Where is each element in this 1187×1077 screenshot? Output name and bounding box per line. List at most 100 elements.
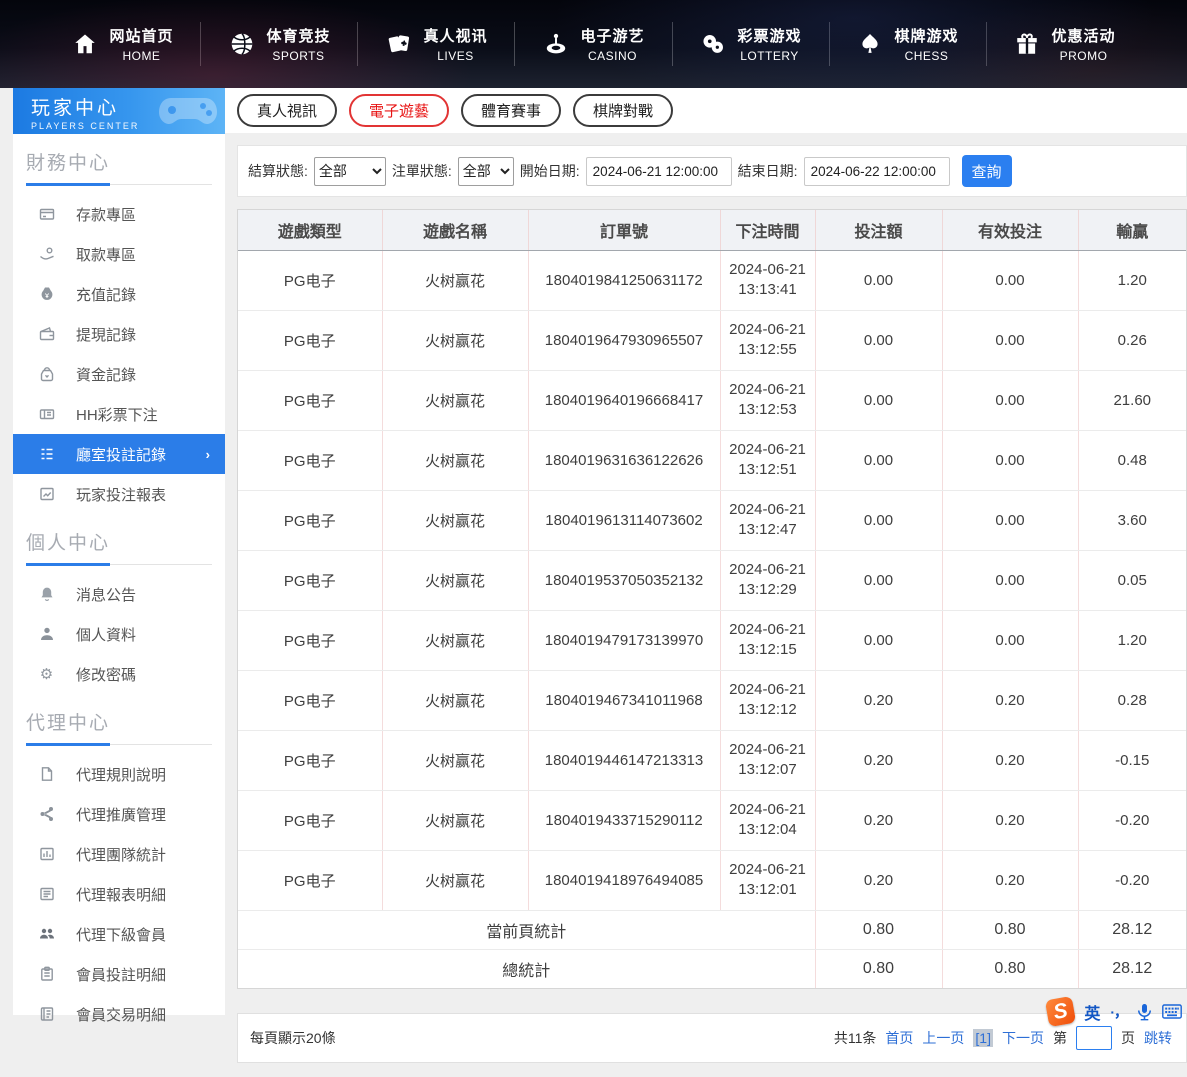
bar-chart-icon [38, 846, 55, 863]
bell-icon [38, 586, 55, 603]
valid-bet-cell: 0.00 [942, 610, 1078, 670]
order-status-select[interactable]: 全部 [458, 157, 514, 186]
keyboard-icon[interactable] [1162, 1004, 1182, 1019]
first-page-link[interactable]: 首页 [885, 1028, 913, 1048]
bet-time-cell: 2024-06-2113:12:53 [720, 370, 815, 430]
nav-label-zh: 电子游艺 [580, 25, 644, 46]
home-icon [71, 31, 98, 58]
players-center-header: 玩家中心 PLAYERS CENTER [13, 88, 225, 134]
sidebar-item-player-bet-report[interactable]: 玩家投注報表 [13, 474, 225, 514]
nav-label-zh: 真人视讯 [423, 25, 487, 46]
nav-item-chess[interactable]: 棋牌游戏CHESS [830, 25, 986, 63]
nav-item-home[interactable]: 网站首页HOME [44, 25, 200, 63]
bet-records-table-panel: 遊戲類型 遊戲名稱 訂單號 下注時間 投注額 有效投注 輸贏 PG电子火树赢花1… [237, 209, 1187, 989]
header-game-name: 遊戲名稱 [382, 210, 528, 250]
end-date-label: 結束日期: [738, 161, 798, 181]
sidebar-item-member-bet-detail[interactable]: 會員投註明細 [13, 954, 225, 994]
sidebar-item-withdraw[interactable]: 取款專區 [13, 234, 225, 274]
deposit-card-icon [38, 206, 55, 223]
prev-page-link[interactable]: 上一页 [922, 1028, 964, 1048]
sidebar-item-agent-promotion[interactable]: 代理推廣管理 [13, 794, 225, 834]
jump-suffix-label: 页 [1121, 1028, 1135, 1048]
summary-valid-bet: 0.80 [942, 910, 1078, 949]
bet-time-cell: 2024-06-2113:12:04 [720, 790, 815, 850]
nav-item-sports[interactable]: 体育竞技SPORTS [201, 25, 357, 63]
sidebar-item-recharge-records[interactable]: 充值記錄 [13, 274, 225, 314]
nav-item-lottery[interactable]: 彩票游戏LOTTERY [673, 25, 829, 63]
sidebar-item-agent-report-detail[interactable]: 代理報表明細 [13, 874, 225, 914]
ime-language-toggle[interactable]: 英 [1084, 1000, 1100, 1024]
order-no-cell: 1804019640196668417 [528, 370, 720, 430]
tab-board-games[interactable]: 棋牌對戰 [573, 94, 673, 127]
sidebar-item-agent-team-stats[interactable]: 代理團隊統計 [13, 834, 225, 874]
bet-amount-cell: 0.20 [815, 670, 942, 730]
tab-sports[interactable]: 體育賽事 [461, 94, 561, 127]
nav-item-lives[interactable]: 真人视讯LIVES [358, 25, 514, 63]
table-body: PG电子火树赢花18040198412506311722024-06-2113:… [238, 250, 1186, 910]
tab-electronic-games[interactable]: 電子遊藝 [349, 94, 449, 127]
sidebar-item-fund-records[interactable]: 資金記錄 [13, 354, 225, 394]
bet-records-table: 遊戲類型 遊戲名稱 訂單號 下注時間 投注額 有效投注 輸贏 PG电子火树赢花1… [238, 210, 1186, 988]
sogou-logo-icon[interactable]: S [1045, 996, 1076, 1027]
bet-amount-cell: 0.00 [815, 310, 942, 370]
sidebar-item-announcements[interactable]: 消息公告 [13, 574, 225, 614]
end-date-input[interactable] [804, 157, 950, 186]
gamepad-icon [157, 90, 219, 134]
summary-valid-bet: 0.80 [942, 949, 1078, 988]
search-button[interactable]: 查詢 [962, 155, 1012, 187]
page-jump-input[interactable] [1076, 1026, 1112, 1050]
sidebar-item-member-transaction-detail[interactable]: 會員交易明細 [13, 994, 225, 1034]
sidebar-item-agent-sub-members[interactable]: 代理下級會員 [13, 914, 225, 954]
sidebar-item-room-bet-records[interactable]: 廳室投註記錄 › [13, 434, 225, 474]
game-name-cell: 火树赢花 [382, 850, 528, 910]
table-row: PG电子火树赢花18040194791731399702024-06-2113:… [238, 610, 1186, 670]
sidebar-item-label: 會員投註明細 [76, 964, 166, 985]
ime-punctuation-toggle[interactable]: ·， [1110, 1002, 1127, 1022]
sidebar-item-agent-rules[interactable]: 代理規則說明 [13, 754, 225, 794]
nav-label-en: HOME [122, 49, 160, 63]
order-no-cell: 1804019418976494085 [528, 850, 720, 910]
game-type-cell: PG电子 [238, 490, 382, 550]
pagination-bar: 每頁顯示20條 共11条 首页 上一页 [1] 下一页 第 页 跳转 [237, 1013, 1187, 1063]
valid-bet-cell: 0.00 [942, 490, 1078, 550]
game-name-cell: 火树赢花 [382, 310, 528, 370]
list-icon [38, 446, 55, 463]
microphone-icon[interactable] [1137, 1003, 1152, 1021]
clipboard-icon [38, 966, 55, 983]
sidebar-item-change-password[interactable]: ⚙ 修改密碼 [13, 654, 225, 694]
valid-bet-cell: 0.20 [942, 730, 1078, 790]
jump-action-link[interactable]: 跳转 [1144, 1028, 1172, 1048]
win-loss-cell: 0.26 [1078, 310, 1186, 370]
sidebar-item-label: 代理規則說明 [76, 764, 166, 785]
next-page-link[interactable]: 下一页 [1002, 1028, 1044, 1048]
table-row: PG电子火树赢花18040194189764940852024-06-2113:… [238, 850, 1186, 910]
settle-status-select[interactable]: 全部 [314, 157, 386, 186]
sidebar-item-hh-lottery-bet[interactable]: HH彩票下注 [13, 394, 225, 434]
bet-time-cell: 2024-06-2113:12:15 [720, 610, 815, 670]
game-name-cell: 火树赢花 [382, 790, 528, 850]
coin-purse-icon [38, 366, 55, 383]
table-row: PG电子火树赢花18040196401966684172024-06-2113:… [238, 370, 1186, 430]
summary-bet-amount: 0.80 [815, 949, 942, 988]
table-header-row: 遊戲類型 遊戲名稱 訂單號 下注時間 投注額 有效投注 輸贏 [238, 210, 1186, 250]
sidebar-item-label: 充值記錄 [76, 284, 136, 305]
valid-bet-cell: 0.00 [942, 430, 1078, 490]
current-page-indicator[interactable]: [1] [973, 1029, 993, 1047]
win-loss-cell: -0.20 [1078, 790, 1186, 850]
game-type-cell: PG电子 [238, 370, 382, 430]
start-date-input[interactable] [586, 157, 732, 186]
sidebar-item-deposit[interactable]: 存款專區 [13, 194, 225, 234]
wallet-icon [38, 326, 55, 343]
order-no-cell: 1804019537050352132 [528, 550, 720, 610]
sidebar-item-withdraw-records[interactable]: 提現記錄 [13, 314, 225, 354]
nav-item-promo[interactable]: 优惠活动PROMO [987, 25, 1143, 63]
section-title-finance: 財務中心 [26, 148, 225, 175]
bet-time-cell: 2024-06-2113:12:12 [720, 670, 815, 730]
sidebar-item-profile[interactable]: 個人資料 [13, 614, 225, 654]
tab-live-casino[interactable]: 真人視訊 [237, 94, 337, 127]
nav-item-casino[interactable]: 电子游艺CASINO [515, 25, 671, 63]
share-icon [38, 806, 55, 823]
page-size-text: 每頁顯示20條 [250, 1028, 336, 1048]
bet-amount-cell: 0.20 [815, 850, 942, 910]
valid-bet-cell: 0.00 [942, 550, 1078, 610]
